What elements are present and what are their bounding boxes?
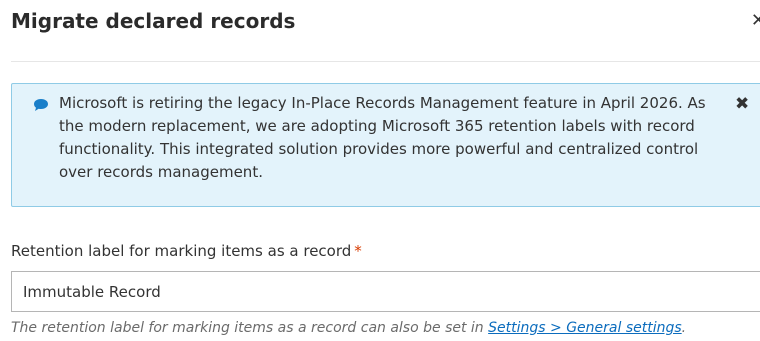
dismiss-notice-icon[interactable]: ✖ <box>735 94 749 114</box>
dialog-header: Migrate declared records ✕ <box>11 7 760 37</box>
speech-bubble-icon <box>34 99 48 111</box>
notice-message: Microsoft is retiring the legacy In-Plac… <box>59 94 706 181</box>
field-label-text: Retention label for marking items as a r… <box>11 242 352 260</box>
general-settings-link[interactable]: Settings > General settings <box>488 320 682 336</box>
help-text-prefix: The retention label for marking items as… <box>11 320 489 336</box>
retention-label-field-label: Retention label for marking items as a r… <box>11 241 362 261</box>
info-notice: Microsoft is retiring the legacy In-Plac… <box>11 83 760 207</box>
dialog-title: Migrate declared records <box>11 9 296 33</box>
required-marker: * <box>354 242 362 260</box>
header-divider <box>11 61 760 62</box>
close-icon[interactable]: ✕ <box>751 10 760 32</box>
help-text-suffix: . <box>681 320 687 336</box>
selected-retention-label: Immutable Record <box>23 283 161 301</box>
retention-label-select[interactable]: Immutable Record <box>11 271 760 312</box>
retention-help-text: The retention label for marking items as… <box>11 318 686 338</box>
migrate-records-dialog: Migrate declared records ✕ Microsoft is … <box>0 0 760 341</box>
